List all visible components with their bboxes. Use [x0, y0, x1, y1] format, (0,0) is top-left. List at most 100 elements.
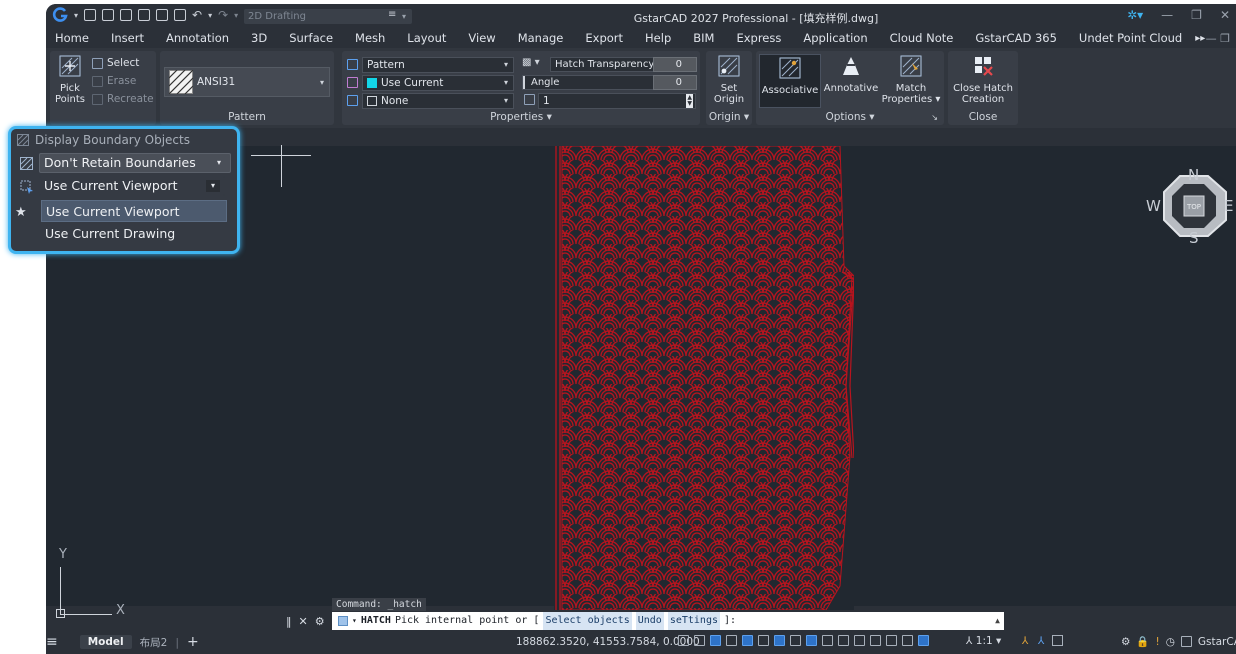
ribbon-minimize-icon[interactable]: — ❐	[1206, 32, 1230, 45]
compass-west[interactable]: W	[1146, 197, 1161, 215]
isometric-icon[interactable]	[758, 635, 769, 646]
hatch-transparency-value[interactable]: 0	[653, 57, 697, 72]
minimize-icon[interactable]: —	[1161, 8, 1173, 22]
infer-constraints-icon[interactable]	[710, 635, 721, 646]
hatch-color-select[interactable]: Use Current ▾	[362, 75, 514, 91]
snap-icon[interactable]	[694, 635, 705, 646]
pin-icon[interactable]: ★	[15, 205, 27, 220]
command-settings-icon[interactable]: ⚙	[315, 615, 325, 628]
menu-icon[interactable]: ≡	[46, 634, 58, 650]
workspace-select[interactable]: 2D Drafting ▾	[244, 9, 412, 24]
compass-south[interactable]: S	[1189, 229, 1199, 247]
command-dropdown-icon[interactable]: ▾	[352, 612, 357, 630]
tab-layout-2[interactable]: 布局2	[140, 635, 168, 650]
command-history-toggle-icon[interactable]: ▲	[995, 612, 1000, 630]
command-option-undo[interactable]: Undo	[635, 612, 664, 630]
option-use-current-drawing[interactable]: Use Current Drawing	[41, 223, 227, 245]
compass-north[interactable]: N	[1188, 166, 1199, 184]
tab-layout[interactable]: Layout	[396, 31, 457, 45]
transparency-icon[interactable]	[854, 635, 865, 646]
erase-button[interactable]: Erase	[92, 75, 136, 87]
tab-express[interactable]: Express	[725, 31, 792, 45]
tab-cloud-note[interactable]: Cloud Note	[879, 31, 965, 45]
angle-value[interactable]: 0	[653, 75, 697, 90]
tab-insert[interactable]: Insert	[100, 31, 155, 45]
polar-icon[interactable]	[742, 635, 753, 646]
angle-slider[interactable]: Angle 0	[522, 75, 697, 90]
lineweight-icon[interactable]	[838, 635, 849, 646]
ortho-icon[interactable]	[726, 635, 737, 646]
clean-screen-icon[interactable]: ◷	[1166, 636, 1175, 648]
annotation-monitor-icon[interactable]	[886, 635, 897, 646]
background-color-select[interactable]: None ▾	[362, 93, 514, 109]
annotation-scale[interactable]: ⅄ 1:1 ▾	[966, 635, 1001, 647]
tab-manage[interactable]: Manage	[507, 31, 575, 45]
more-tabs-icon[interactable]: ▸▸	[1193, 33, 1205, 44]
selection-cycling-icon[interactable]	[870, 635, 881, 646]
restore-icon[interactable]: ❐	[1191, 8, 1202, 22]
object-snap-icon[interactable]	[790, 635, 801, 646]
add-layout-icon[interactable]: +	[187, 634, 199, 650]
transparency-type-icon[interactable]: ▩ ▾	[522, 57, 540, 68]
options-dialog-launcher-icon[interactable]: ↘	[931, 113, 938, 122]
option-use-current-viewport[interactable]: Use Current Viewport	[41, 200, 227, 222]
redo-dropdown-icon[interactable]: ▾	[234, 11, 238, 20]
logo-dropdown-icon[interactable]: ▾	[74, 11, 78, 20]
customize-qat-icon[interactable]: ≡	[388, 9, 396, 20]
grid-icon[interactable]	[678, 635, 689, 646]
view-cube-top-face[interactable]: TOP	[1184, 203, 1204, 211]
close-command-icon[interactable]: ✕	[299, 615, 308, 628]
boundary-set-select[interactable]: Use Current Viewport ▾	[39, 176, 225, 196]
tab-home[interactable]: Home	[46, 31, 100, 45]
undo-icon[interactable]: ↶	[192, 8, 202, 22]
hatch-type-select[interactable]: Pattern ▾	[362, 57, 514, 73]
chevron-down-icon[interactable]: ▾	[206, 180, 220, 192]
tab-application[interactable]: Application	[792, 31, 878, 45]
ucs-dynamic-icon[interactable]	[822, 635, 833, 646]
dynamic-input-icon[interactable]	[806, 635, 817, 646]
pick-points-button[interactable]: Pick Points	[52, 55, 88, 105]
tab-export[interactable]: Export	[574, 31, 634, 45]
command-option-select-objects[interactable]: Select objects	[543, 612, 632, 630]
auto-scale-icon[interactable]: ⅄	[1038, 635, 1044, 647]
tab-model[interactable]: Model	[79, 635, 132, 649]
annotative-visibility-icon[interactable]: ⅄	[1022, 635, 1028, 647]
new-icon[interactable]	[84, 9, 97, 21]
annotative-toggle[interactable]: Annotative	[822, 55, 880, 94]
save-as-icon[interactable]	[138, 9, 151, 21]
pattern-gallery[interactable]: ANSI31 ▾	[164, 67, 330, 97]
associative-toggle[interactable]: Associative	[759, 54, 821, 108]
origin-panel-title[interactable]: Origin ▾	[706, 111, 752, 123]
notification-icon[interactable]: !	[1156, 636, 1160, 648]
compass-east[interactable]: E	[1224, 197, 1233, 215]
lock-ui-icon[interactable]: 🔒	[1136, 635, 1149, 648]
tab-bim[interactable]: BIM	[682, 31, 725, 45]
angle-slider-thumb[interactable]	[523, 76, 525, 89]
tab-view[interactable]: View	[457, 31, 506, 45]
hatch-scale-input[interactable]: 1 ▲ ▼	[538, 93, 696, 109]
hatch-transparency-slider[interactable]: Hatch Transparency 0	[550, 57, 697, 72]
zoom-icon[interactable]	[902, 635, 913, 646]
workspace-settings-icon[interactable]: ⚙	[1121, 636, 1130, 648]
select-button[interactable]: Select	[92, 57, 139, 69]
command-option-settings[interactable]: seTtings	[667, 612, 720, 630]
recreate-button[interactable]: Recreate	[92, 93, 154, 105]
viewport-icon[interactable]	[918, 635, 929, 646]
open-icon[interactable]	[102, 9, 115, 21]
print-icon[interactable]	[174, 9, 187, 21]
quick-properties-icon[interactable]	[1052, 635, 1063, 646]
save-icon[interactable]	[120, 9, 133, 21]
command-line[interactable]: ▾ HATCH Pick internal point or [ Select …	[332, 612, 1004, 630]
app-logo-icon[interactable]	[52, 7, 68, 23]
tab-mesh[interactable]: Mesh	[344, 31, 396, 45]
set-origin-button[interactable]: Set Origin	[708, 55, 750, 105]
tab-undet-point-cloud[interactable]: Undet Point Cloud	[1068, 31, 1193, 45]
properties-panel-title[interactable]: Properties ▾	[342, 111, 700, 123]
publish-icon[interactable]	[156, 9, 169, 21]
redo-icon[interactable]: ↷	[218, 8, 228, 22]
display-boundary-objects-button[interactable]: Display Boundary Objects	[17, 131, 190, 149]
tab-help[interactable]: Help	[634, 31, 682, 45]
tab-gstarcad-365[interactable]: GstarCAD 365	[964, 31, 1068, 45]
undo-dropdown-icon[interactable]: ▾	[208, 11, 212, 20]
cloud-status-icon[interactable]: ✲▾	[1127, 8, 1143, 22]
